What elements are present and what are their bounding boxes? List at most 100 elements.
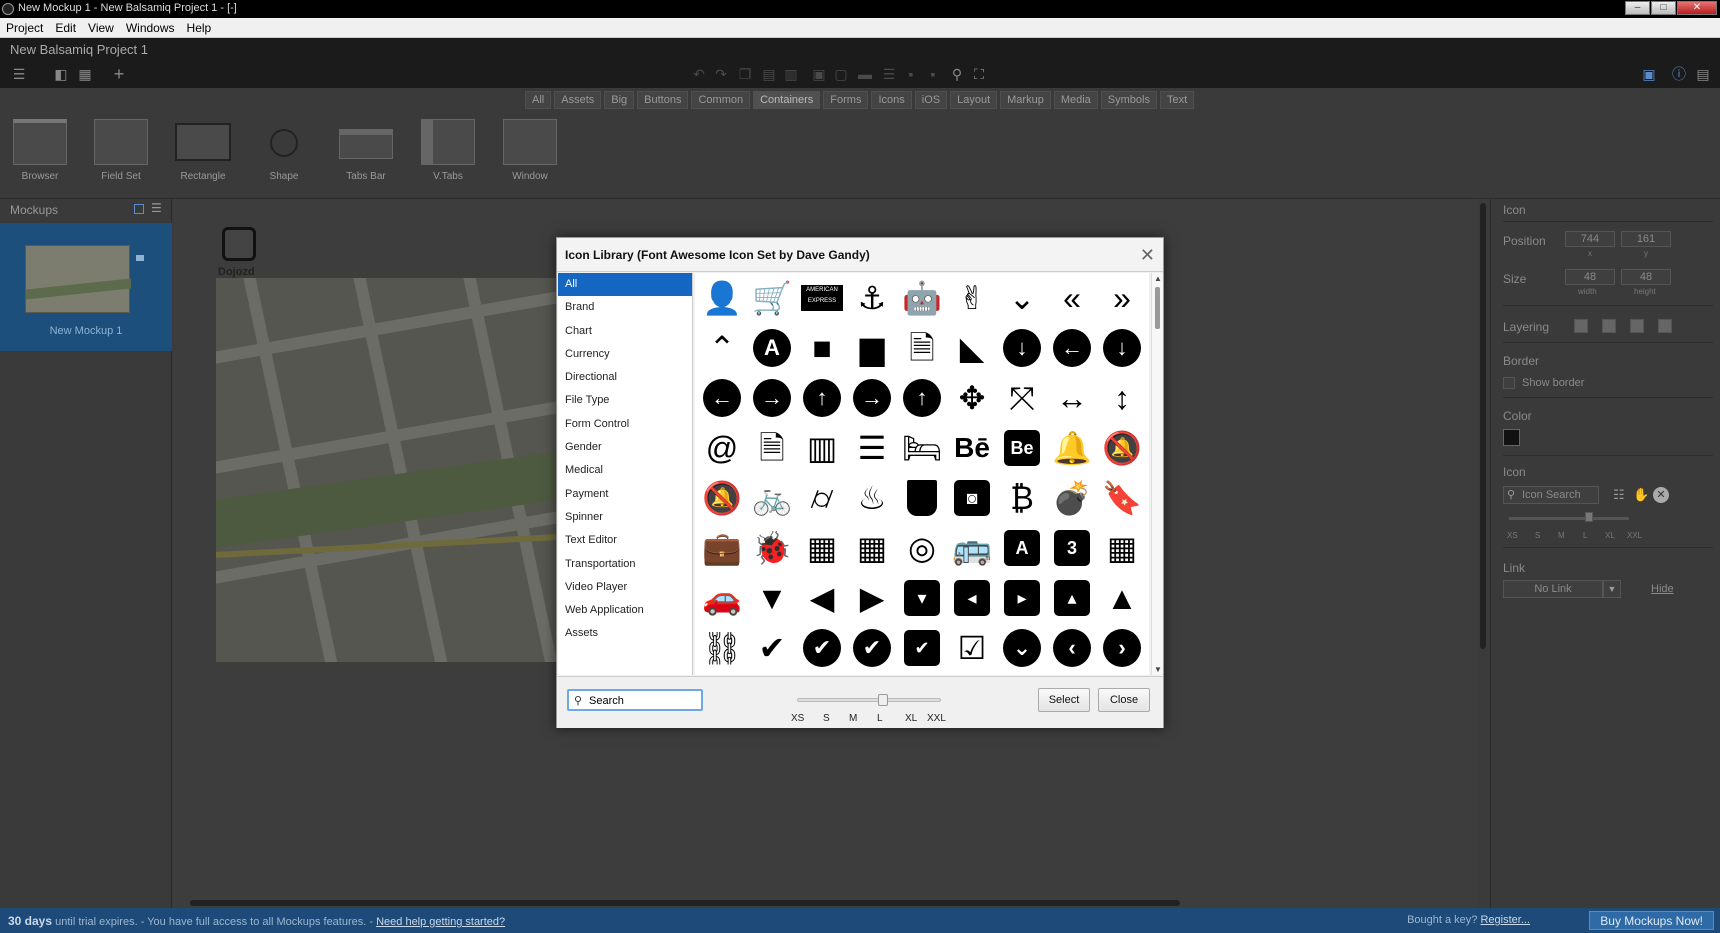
add-mockup-icon[interactable]: + <box>110 65 128 83</box>
car-icon[interactable]: 🚗 <box>699 575 745 621</box>
bell-slash-o-icon[interactable]: 🔕 <box>699 475 745 521</box>
icon-category-chart[interactable]: Chart <box>558 320 692 343</box>
canvas-horizontal-scrollbar[interactable] <box>190 900 1180 906</box>
check-square-o-icon[interactable]: ☑ <box>949 625 995 671</box>
align-icon[interactable]: ▬ <box>856 66 874 82</box>
help-link[interactable]: Need help getting started? <box>376 916 505 928</box>
send-backward-icon[interactable] <box>1630 319 1644 333</box>
link-dropdown[interactable]: No Link <box>1503 580 1603 598</box>
icon-browse-icon[interactable]: ☷ <box>1613 487 1625 503</box>
file-zip-icon[interactable]: 🗎 <box>899 325 945 371</box>
chevron-circle-left-icon[interactable]: ‹ <box>1049 625 1095 671</box>
bell-o-icon[interactable]: 🔔 <box>1049 425 1095 471</box>
binoculars-icon[interactable]: ⌭ <box>799 475 845 521</box>
file-audio-icon[interactable]: 🗎 <box>749 425 795 471</box>
icon-size-slider-knob[interactable] <box>1585 512 1593 522</box>
category-text[interactable]: Text <box>1159 91 1195 109</box>
arrows-v-icon[interactable]: ↕ <box>1099 375 1145 421</box>
icon-size-slider[interactable] <box>797 694 941 706</box>
width-field[interactable]: 48 <box>1565 269 1615 285</box>
circle-o-up-icon[interactable]: ↑ <box>799 375 845 421</box>
bomb-icon[interactable]: 💣 <box>1049 475 1095 521</box>
peace-hand-icon[interactable]: ✌ <box>949 275 995 321</box>
caret-up-icon[interactable]: ▲ <box>1099 575 1145 621</box>
caret-down-icon[interactable]: ▼ <box>749 575 795 621</box>
scroll-down-icon[interactable]: ▼ <box>1154 665 1162 674</box>
distribute-icon[interactable]: ☰ <box>880 66 898 82</box>
caret-square-right-icon[interactable]: ▸ <box>999 575 1045 621</box>
close-window-button[interactable]: ✕ <box>1677 1 1717 15</box>
building-icon[interactable]: ▦ <box>799 525 845 571</box>
lock-icon[interactable]: ▪ <box>902 66 920 82</box>
ungroup-icon[interactable]: ▢ <box>832 66 850 82</box>
dialog-close-icon[interactable]: ✕ <box>1140 245 1155 266</box>
component-rectangle[interactable]: Rectangle <box>167 119 239 182</box>
bookmark-o-icon[interactable]: 🔖 <box>1099 475 1145 521</box>
category-big[interactable]: Big <box>604 91 635 109</box>
circle-down-icon[interactable]: ↓ <box>999 325 1045 371</box>
grid-view-icon[interactable]: ▦ <box>76 66 94 82</box>
group-icon[interactable]: ▣ <box>810 66 828 82</box>
color-swatch[interactable] <box>1503 429 1520 446</box>
buy-button[interactable]: Buy Mockups Now! <box>1589 911 1714 930</box>
bitbucket-square-icon[interactable]: ◙ <box>949 475 995 521</box>
chevron-down-icon[interactable]: ▼ <box>1603 580 1621 598</box>
circle-o-left-icon[interactable]: ← <box>699 375 745 421</box>
component-window[interactable]: Window <box>494 119 566 182</box>
map-image[interactable] <box>216 278 556 662</box>
copy-icon[interactable]: ❐ <box>736 66 754 82</box>
icon-pick-icon[interactable]: ✋ <box>1633 487 1649 503</box>
icon-category-web-application[interactable]: Web Application <box>558 599 692 622</box>
caret-right-icon[interactable]: ▶ <box>849 575 895 621</box>
fullscreen-icon[interactable]: ⛶ <box>970 66 988 82</box>
anchor-icon[interactable]: ⚓ <box>849 275 895 321</box>
caret-left-icon[interactable]: ◀ <box>799 575 845 621</box>
at-icon[interactable]: @ <box>699 425 745 471</box>
android-icon[interactable]: 🤖 <box>899 275 945 321</box>
trash-icon[interactable]: ▪ <box>924 66 942 82</box>
user-plus-icon[interactable]: 👤 <box>699 275 745 321</box>
icon-search-field[interactable]: ⚲ Icon Search <box>1503 486 1599 504</box>
panel-menu-icon[interactable]: ☰ <box>151 201 162 215</box>
chain-broken-icon[interactable]: ⛓ <box>699 625 745 671</box>
icon-category-all[interactable]: All <box>558 273 692 297</box>
category-ios[interactable]: iOS <box>914 91 948 109</box>
hide-link[interactable]: Hide <box>1651 583 1674 595</box>
panel-toggle-icon[interactable]: ◧ <box>52 66 70 82</box>
category-markup[interactable]: Markup <box>1000 91 1051 109</box>
bars-icon[interactable]: ☰ <box>849 425 895 471</box>
delete-icon[interactable]: ▥ <box>782 66 800 82</box>
behance-icon[interactable]: Bē <box>949 425 995 471</box>
icon-category-assets[interactable]: Assets <box>558 622 692 645</box>
bitbucket-icon[interactable] <box>899 475 945 521</box>
archive-icon[interactable]: ▆ <box>849 325 895 371</box>
circle-down-outline-icon[interactable]: ↓ <box>1099 325 1145 371</box>
mockup-item[interactable]: New Mockup 1 <box>0 223 172 351</box>
icon-category-gender[interactable]: Gender <box>558 436 692 459</box>
arrows-h-icon[interactable]: ↔ <box>1049 375 1095 421</box>
paste-icon[interactable]: ▤ <box>760 66 778 82</box>
icon-search-box[interactable]: ⚲ <box>567 689 703 711</box>
category-buttons[interactable]: Buttons <box>637 91 689 109</box>
circle-left-icon[interactable]: ← <box>1049 325 1095 371</box>
menu-project[interactable]: Project <box>0 18 49 35</box>
show-border-checkbox[interactable] <box>1503 377 1515 389</box>
icon-category-brand[interactable]: Brand <box>558 296 692 319</box>
bullseye-icon[interactable]: ◎ <box>899 525 945 571</box>
icon-clear-icon[interactable]: ✕ <box>1653 487 1669 503</box>
component-shape[interactable]: Shape <box>248 119 320 182</box>
bar-chart-icon[interactable]: ▥ <box>799 425 845 471</box>
arrows-icon[interactable]: ✥ <box>949 375 995 421</box>
category-common[interactable]: Common <box>691 91 751 109</box>
menu-view[interactable]: View <box>82 18 120 35</box>
bus-icon[interactable]: 🚌 <box>949 525 995 571</box>
component-v-tabs[interactable]: V.Tabs <box>412 119 484 182</box>
bitcoin-icon[interactable]: ₿ <box>999 475 1045 521</box>
icon-category-payment[interactable]: Payment <box>558 483 692 506</box>
menu-edit[interactable]: Edit <box>49 18 82 35</box>
component-tabs-bar[interactable]: Tabs Bar <box>330 119 402 182</box>
icon-category-file-type[interactable]: File Type <box>558 389 692 412</box>
double-left-icon[interactable]: « <box>1049 275 1095 321</box>
icon-search-input[interactable] <box>589 693 697 708</box>
double-down-icon[interactable]: ⌄ <box>999 275 1045 321</box>
